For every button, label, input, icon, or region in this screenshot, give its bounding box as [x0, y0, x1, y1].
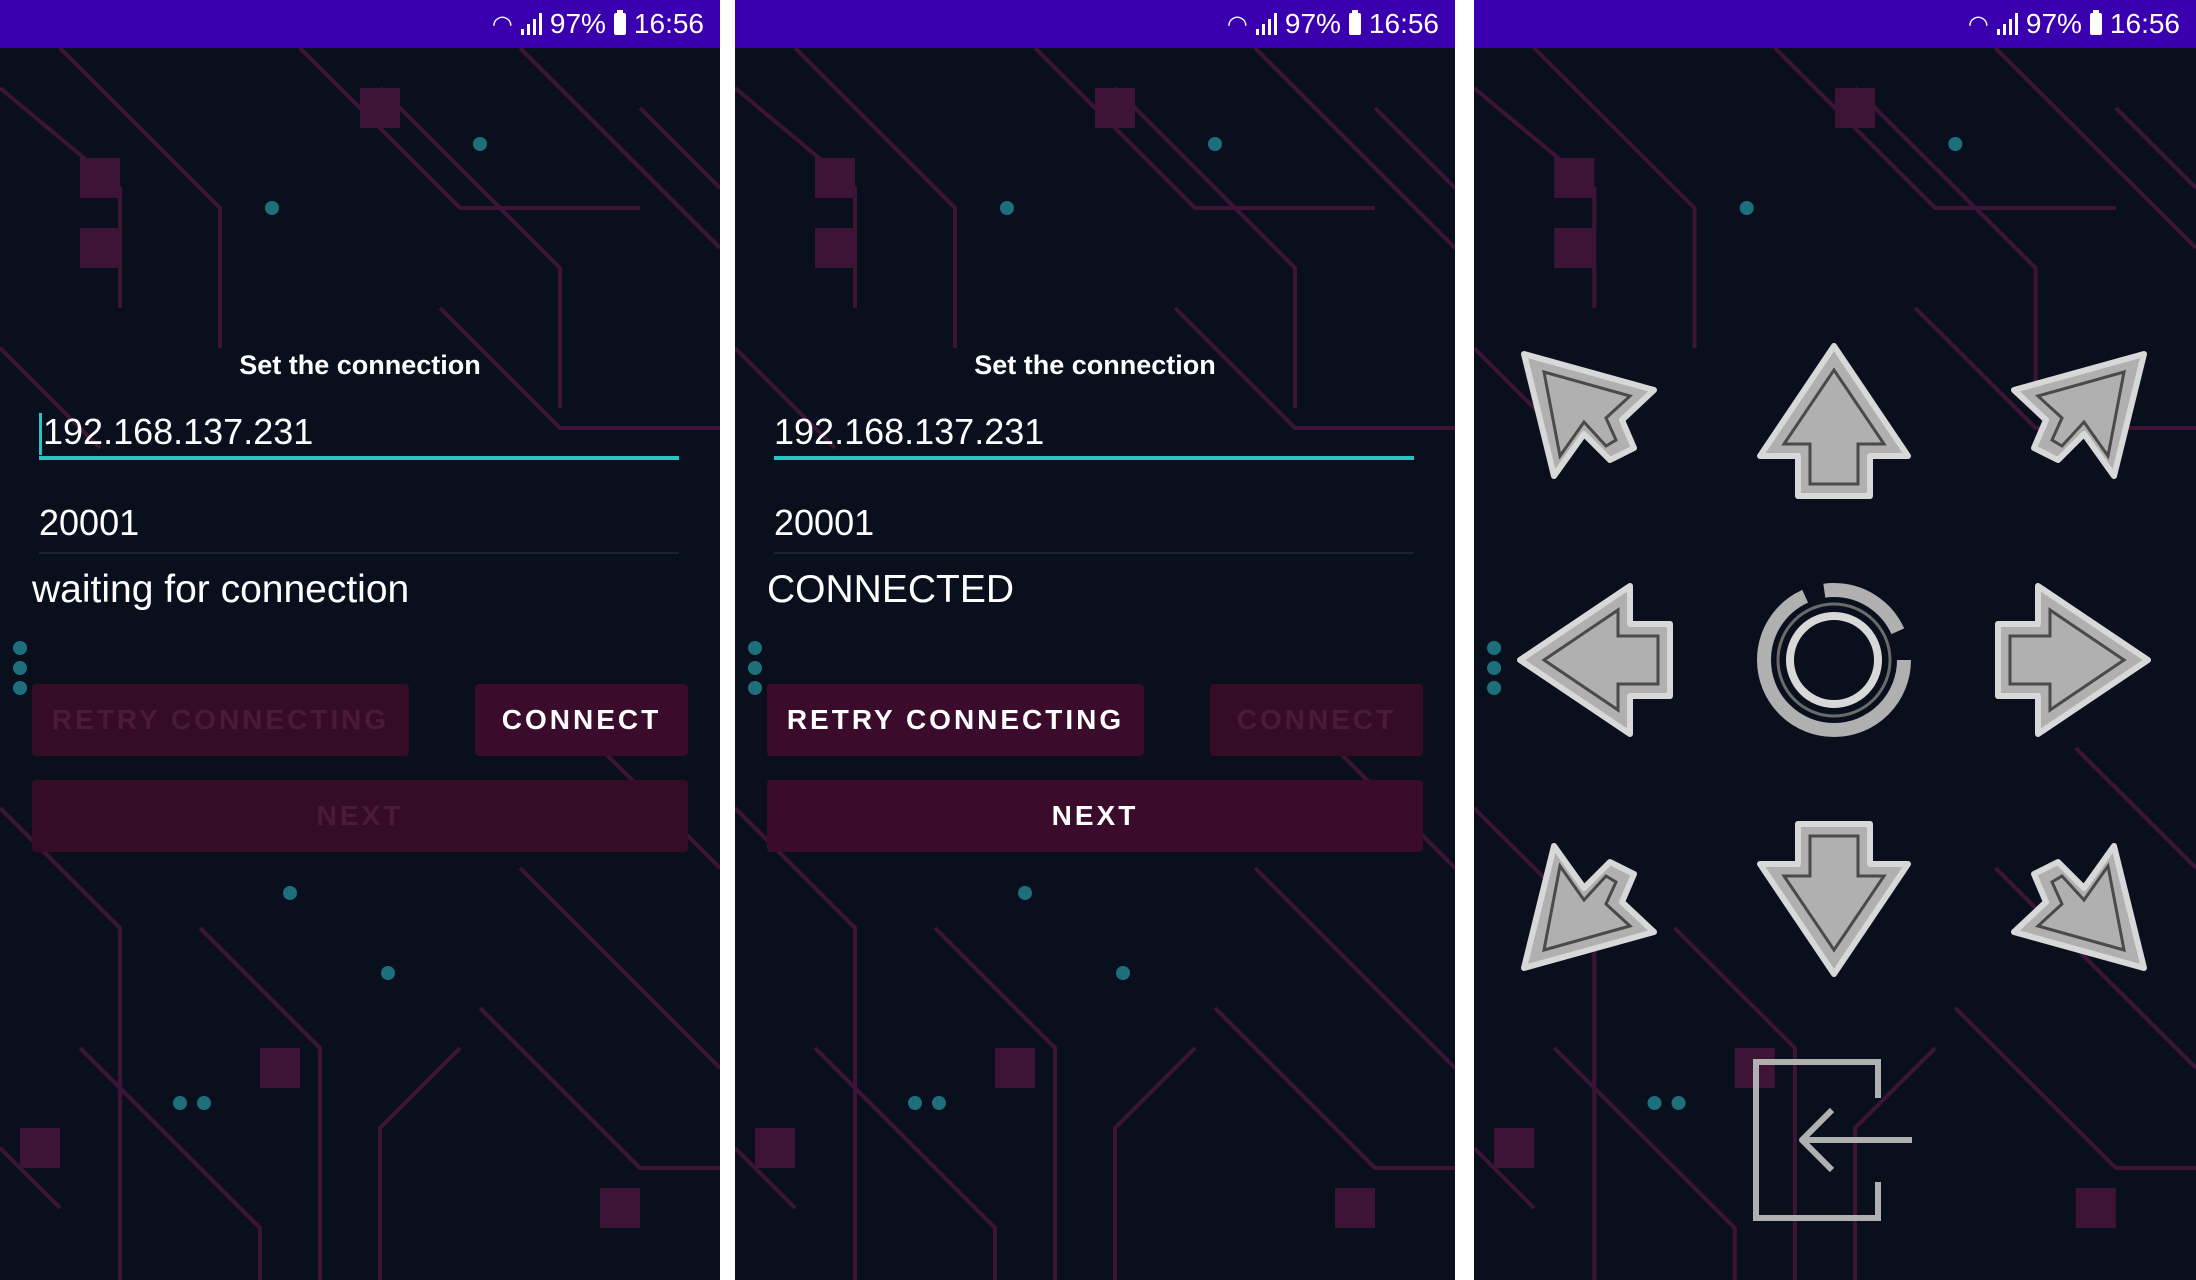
- status-bar: ◠ 97% 16:56: [0, 0, 720, 48]
- arrow-down-left-button[interactable]: [1514, 820, 1674, 980]
- status-bar: ◠ 97% 16:56: [735, 0, 1455, 48]
- connect-button[interactable]: CONNECT: [475, 684, 688, 756]
- next-button[interactable]: NEXT: [767, 780, 1423, 852]
- rotate-center-button[interactable]: [1754, 580, 1914, 740]
- arrow-up-button[interactable]: [1754, 340, 1914, 500]
- wifi-icon: ◠: [491, 10, 513, 38]
- signal-icon: [520, 13, 542, 35]
- arrow-down-right-icon: [2011, 843, 2147, 971]
- rotate-center-icon: [1757, 583, 1911, 737]
- connect-button[interactable]: CONNECT: [1210, 684, 1423, 756]
- arrow-down-right-button[interactable]: [1994, 820, 2154, 980]
- status-bar: ◠ 97% 16:56: [1474, 0, 2196, 48]
- arrow-down-button[interactable]: [1754, 820, 1914, 980]
- text-cursor: [39, 413, 42, 456]
- arrow-right-button[interactable]: [1994, 580, 2154, 740]
- arrow-down-icon: [1757, 821, 1911, 977]
- arrow-down-left-icon: [1521, 843, 1657, 971]
- retry-connecting-button[interactable]: RETRY CONNECTING: [32, 684, 409, 756]
- wifi-icon: ◠: [1967, 10, 1989, 38]
- arrow-up-right-button[interactable]: [1994, 340, 2154, 500]
- battery-icon: [2089, 10, 2102, 35]
- arrow-up-icon: [1757, 343, 1911, 499]
- arrow-right-icon: [1995, 583, 2151, 737]
- battery-percent: 97%: [2025, 8, 2082, 39]
- ip-address-value: 192.168.137.231: [774, 411, 1045, 452]
- ip-address-value: 192.168.137.231: [43, 411, 314, 452]
- clock: 16:56: [2109, 8, 2180, 39]
- battery-percent: 97%: [549, 8, 606, 39]
- connection-status: CONNECTED: [767, 568, 1015, 611]
- retry-connecting-button[interactable]: RETRY CONNECTING: [767, 684, 1144, 756]
- clock: 16:56: [633, 8, 704, 39]
- connection-status: waiting for connection: [32, 568, 410, 611]
- phone-screen-connected: ◠ 97% 16:56 Set the connection 192.168.1…: [735, 0, 1455, 1280]
- battery-icon: [613, 10, 626, 35]
- signal-icon: [1255, 13, 1277, 35]
- arrow-up-left-icon: [1521, 351, 1657, 479]
- next-button[interactable]: NEXT: [32, 780, 688, 852]
- back-exit-icon: [1753, 1059, 1912, 1221]
- arrow-left-icon: [1517, 583, 1673, 737]
- signal-icon: [1996, 13, 2018, 35]
- battery-icon: [1348, 10, 1361, 35]
- port-input[interactable]: 20001: [39, 494, 679, 554]
- port-input[interactable]: 20001: [774, 494, 1414, 554]
- page-title: Set the connection: [239, 350, 481, 380]
- phone-screen-waiting: ◠ 97% 16:56 Set the connection 192.168.1…: [0, 0, 720, 1280]
- ip-address-input[interactable]: 192.168.137.231: [774, 404, 1414, 460]
- phone-screen-control-pad: ◠ 97% 16:56: [1474, 0, 2196, 1280]
- back-exit-button[interactable]: [1752, 1058, 1918, 1222]
- page-title: Set the connection: [974, 350, 1216, 380]
- ip-address-input[interactable]: 192.168.137.231: [39, 404, 679, 460]
- battery-percent: 97%: [1284, 8, 1341, 39]
- clock: 16:56: [1368, 8, 1439, 39]
- arrow-up-left-button[interactable]: [1514, 340, 1674, 500]
- arrow-left-button[interactable]: [1514, 580, 1674, 740]
- wifi-icon: ◠: [1226, 10, 1248, 38]
- arrow-up-right-icon: [2011, 351, 2147, 479]
